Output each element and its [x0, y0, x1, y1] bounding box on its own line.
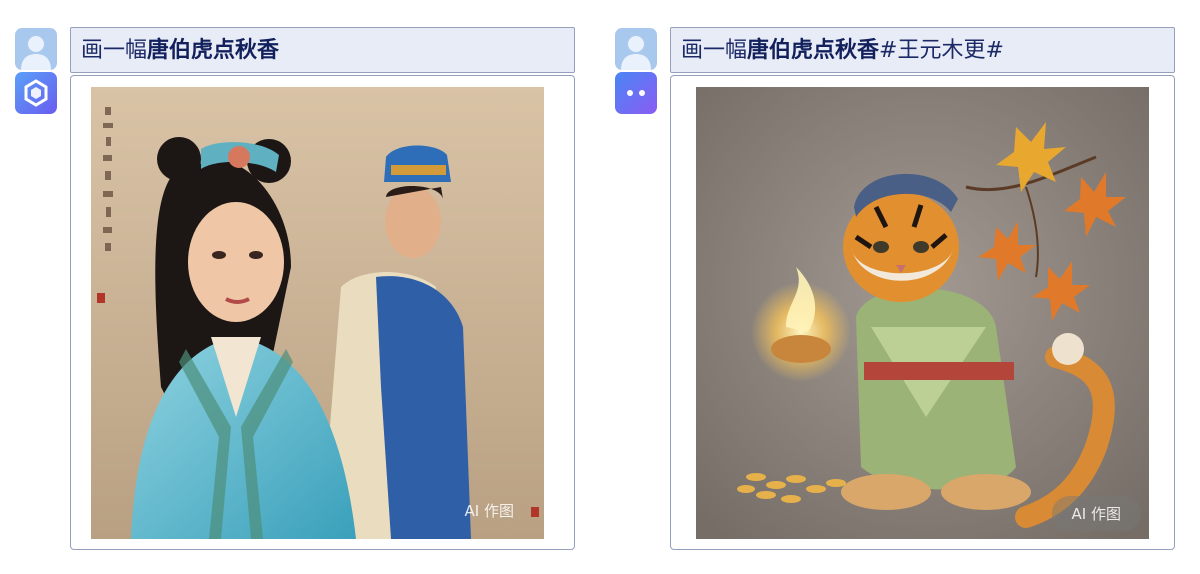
- generated-image-bubble: AI 作图: [670, 75, 1175, 550]
- generated-image-painting[interactable]: AI 作图: [91, 87, 544, 539]
- ai-watermark: AI 作图: [1051, 496, 1141, 531]
- user-prompt-bubble: 画一幅唐伯虎点秋香#王元木更#: [670, 27, 1175, 73]
- user-prompt-bubble: 画一幅唐伯虎点秋香: [70, 27, 575, 73]
- robot-face-icon: [615, 72, 657, 114]
- user-avatar-icon: [15, 28, 57, 70]
- generated-image-bubble: AI 作图: [70, 75, 575, 550]
- prompt-text: 画一幅唐伯虎点秋香: [81, 38, 280, 63]
- ai-watermark: AI 作图: [464, 502, 514, 520]
- chat-panel-right: 画一幅唐伯虎点秋香#王元木更# AI 作图: [600, 0, 1200, 574]
- user-avatar-icon: [615, 28, 657, 70]
- generated-image-tiger[interactable]: AI 作图: [696, 87, 1149, 539]
- hexagon-logo-icon: [15, 72, 57, 114]
- prompt-text: 画一幅唐伯虎点秋香#王元木更#: [681, 38, 1004, 63]
- chat-panel-left: 画一幅唐伯虎点秋香 AI 作图: [0, 0, 600, 574]
